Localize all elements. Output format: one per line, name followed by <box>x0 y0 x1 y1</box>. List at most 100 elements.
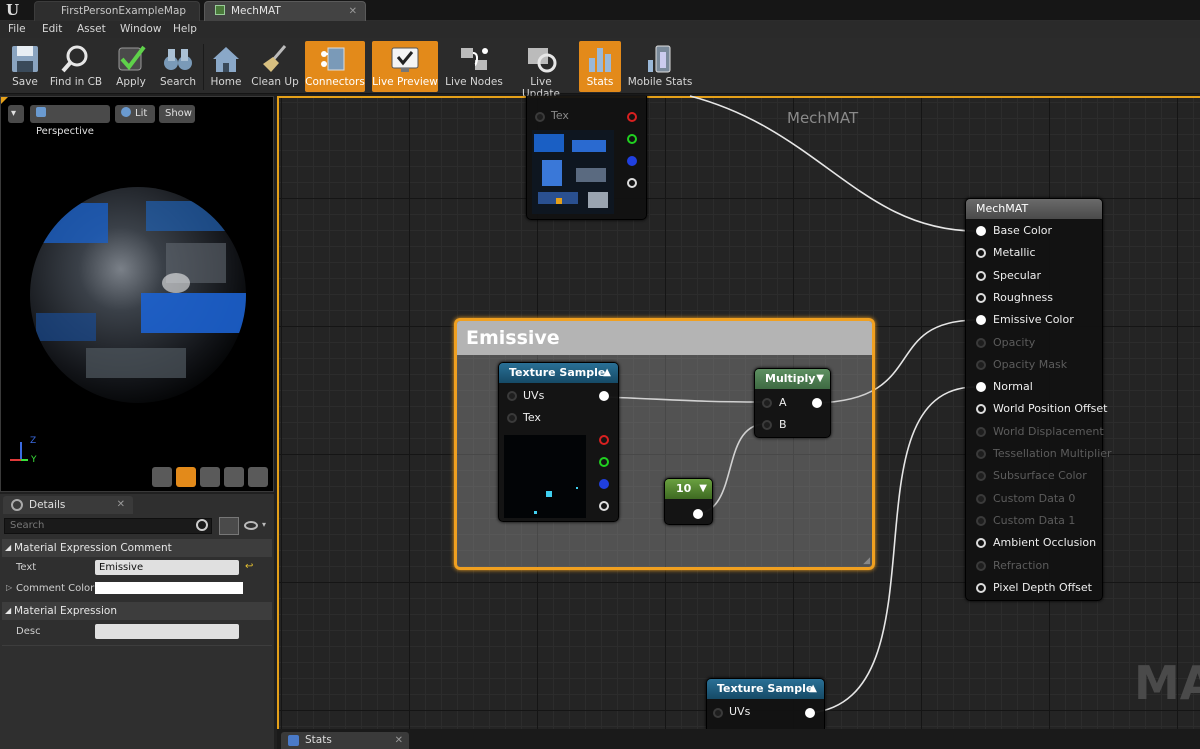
multiply-node[interactable]: Multiply ▼ A B <box>754 368 831 438</box>
result-pin-row[interactable]: Specular <box>976 265 1101 287</box>
result-pin-row[interactable]: Opacity <box>976 332 1101 354</box>
tex-input-pin[interactable] <box>507 413 517 423</box>
constant-node[interactable]: 10 ▼ <box>664 478 713 525</box>
pin-label: Base Color <box>993 224 1053 237</box>
bottom-tab-bar <box>277 729 1200 749</box>
input-pin[interactable] <box>976 270 986 281</box>
collapse-arrow-icon[interactable]: ▼ <box>699 479 707 499</box>
material-result-node[interactable]: MechMAT Base Color Metallic Specular Roughn… <box>965 198 1112 601</box>
red-output-pin[interactable] <box>627 112 637 122</box>
input-pin[interactable] <box>976 471 986 482</box>
tex-pin-label: Tex <box>523 411 541 424</box>
pin-label: Ambient Occlusion <box>993 536 1097 550</box>
blue-output-pin[interactable] <box>627 156 637 166</box>
result-pin-row[interactable]: Custom Data 0 <box>976 488 1101 510</box>
input-pin[interactable] <box>976 582 986 593</box>
tab-stats[interactable]: Stats ✕ <box>281 732 409 749</box>
input-pin[interactable] <box>976 449 986 459</box>
input-pin[interactable] <box>976 515 986 526</box>
result-pin-row[interactable]: Custom Data 1 <box>976 510 1101 532</box>
result-pin-row[interactable]: Pixel Depth Offset <box>976 577 1101 599</box>
rgb-output-pin[interactable] <box>599 391 609 401</box>
input-pin[interactable] <box>976 226 986 236</box>
result-pin-row[interactable]: Roughness <box>976 287 1101 309</box>
material-editor-window: U FirstPersonExampleMap MechMAT ✕ File E… <box>0 0 1200 749</box>
result-header[interactable]: MechMAT <box>966 199 1102 219</box>
input-pin[interactable] <box>976 426 986 437</box>
input-pin[interactable] <box>976 493 986 504</box>
constant-value: 10 <box>676 482 692 495</box>
alpha-output-pin[interactable] <box>599 501 609 511</box>
texture-thumbnail <box>532 130 614 214</box>
pin-label: Specular <box>993 268 1042 282</box>
result-pin-row[interactable]: Base Color <box>976 220 1101 242</box>
texture-sample-node-top[interactable]: Tex <box>526 96 647 220</box>
pin-label: Custom Data 0 <box>993 491 1076 505</box>
a-input-pin[interactable] <box>762 398 772 408</box>
pin-label: Pixel Depth Offset <box>993 580 1092 594</box>
tex-pin-label: Tex <box>551 109 569 122</box>
input-pin[interactable] <box>976 404 986 415</box>
texture-sample-header[interactable]: Texture Sample ▲ <box>707 679 824 699</box>
result-pin-row[interactable]: Refraction <box>976 555 1101 577</box>
result-pin-row[interactable]: Tessellation Multiplier <box>976 443 1112 465</box>
texture-sample-node[interactable]: Texture Sample ▲ UVs Tex <box>498 362 619 522</box>
input-pin[interactable] <box>976 359 986 370</box>
result-pin-row[interactable]: World Displacement <box>976 421 1104 443</box>
collapse-arrow-icon[interactable]: ▲ <box>809 679 817 699</box>
result-pin-row[interactable]: Normal <box>976 376 1101 398</box>
uvs-pin-label: UVs <box>523 389 545 402</box>
input-pin[interactable] <box>976 315 986 326</box>
pin-label: Subsurface Color <box>993 469 1087 483</box>
pin-label: Metallic <box>993 246 1036 260</box>
texture-sample-node-bottom[interactable]: Texture Sample ▲ UVs <box>706 678 825 729</box>
result-pin-row[interactable]: Opacity Mask <box>976 354 1101 376</box>
input-pin[interactable] <box>976 560 986 571</box>
multiply-output-pin[interactable] <box>812 398 822 408</box>
node-title: MechMAT <box>976 202 1029 215</box>
constant-output-pin[interactable] <box>693 509 703 519</box>
pin-label: Normal <box>993 380 1033 394</box>
alpha-output-pin[interactable] <box>627 178 637 188</box>
input-pin[interactable] <box>976 382 986 393</box>
collapse-arrow-icon[interactable]: ▼ <box>816 369 824 389</box>
graph-watermark: MA <box>1134 656 1200 710</box>
tex-input-pin[interactable] <box>535 112 545 122</box>
input-pin[interactable] <box>976 292 986 303</box>
close-icon[interactable]: ✕ <box>395 732 403 749</box>
resize-grip-icon[interactable]: ◢ <box>863 556 870 566</box>
node-title: Multiply <box>765 372 816 385</box>
pin-label: Refraction <box>993 558 1050 572</box>
input-pin[interactable] <box>976 248 986 259</box>
blue-output-pin[interactable] <box>599 479 609 489</box>
graph-title: MechMAT <box>787 109 859 127</box>
collapse-arrow-icon[interactable]: ▲ <box>603 363 611 383</box>
pin-label: World Position Offset <box>993 402 1108 416</box>
b-input-pin[interactable] <box>762 420 772 430</box>
uvs-pin-label: UVs <box>729 705 751 718</box>
green-output-pin[interactable] <box>599 457 609 467</box>
constant-header[interactable]: 10 ▼ <box>665 479 712 499</box>
pin-label: Opacity Mask <box>993 357 1068 371</box>
uvs-input-pin[interactable] <box>507 391 517 401</box>
comment-title[interactable]: Emissive <box>457 321 872 355</box>
result-pin-row[interactable]: World Position Offset <box>976 398 1107 420</box>
pin-label: Opacity <box>993 335 1036 349</box>
input-pin[interactable] <box>976 337 986 348</box>
result-pin-row[interactable]: Metallic <box>976 242 1101 264</box>
green-output-pin[interactable] <box>627 134 637 144</box>
texture-sample-header[interactable]: Texture Sample ▲ <box>499 363 618 383</box>
a-pin-label: A <box>779 396 787 409</box>
node-title: Texture Sample <box>717 682 814 695</box>
rgb-output-pin[interactable] <box>805 708 815 718</box>
multiply-header[interactable]: Multiply ▼ <box>755 369 830 389</box>
uvs-input-pin[interactable] <box>713 708 723 718</box>
pin-label: World Displacement <box>993 424 1104 438</box>
result-pin-row[interactable]: Subsurface Color <box>976 465 1101 487</box>
input-pin[interactable] <box>976 538 986 549</box>
b-pin-label: B <box>779 418 787 431</box>
result-pin-row[interactable]: Ambient Occlusion <box>976 532 1101 554</box>
pin-label: Tessellation Multiplier <box>993 447 1112 460</box>
result-pin-row[interactable]: Emissive Color <box>976 309 1101 331</box>
red-output-pin[interactable] <box>599 435 609 445</box>
